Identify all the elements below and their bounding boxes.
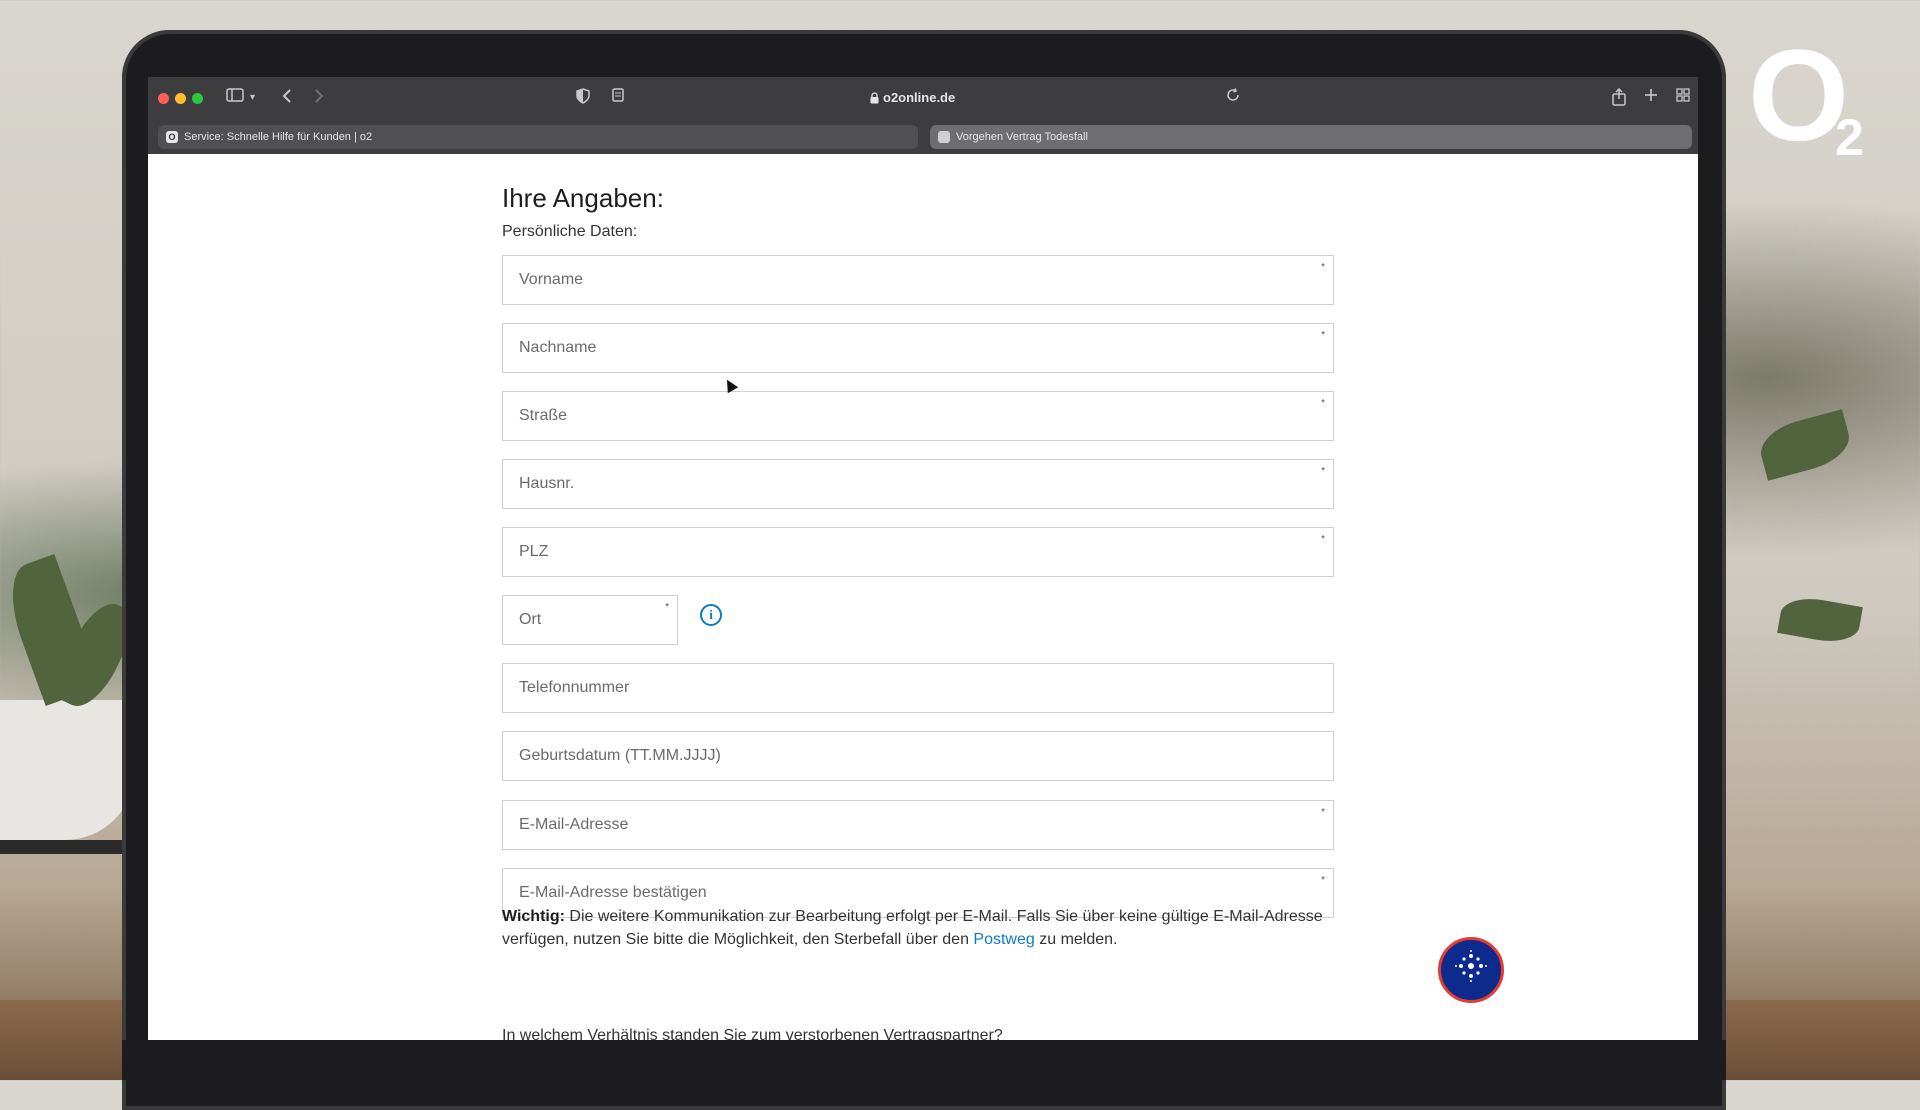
email-note: Wichtig: Die weitere Kommunikation zur B… (502, 905, 1352, 951)
required-marker: * (1321, 262, 1325, 273)
first-name-input[interactable] (503, 256, 1299, 304)
info-icon[interactable]: i (700, 604, 722, 626)
tab-service[interactable]: O Service: Schnelle Hilfe für Kunden | o… (158, 125, 918, 149)
street-field: * (502, 391, 1334, 441)
first-name-field: * (502, 255, 1334, 305)
chevron-down-icon[interactable]: ▾ (250, 88, 255, 108)
chevron-right-icon[interactable] (314, 88, 324, 110)
postal-code-input[interactable] (503, 528, 1299, 576)
close-window-button[interactable] (158, 93, 169, 104)
tab-label: Vorgehen Vertrag Todesfall (956, 131, 1088, 143)
email-field: * (502, 800, 1334, 850)
browser-toolbar: ▾ o2online.de (148, 77, 1698, 120)
tab-bar: O Service: Schnelle Hilfe für Kunden | o… (148, 120, 1698, 154)
next-question: In welchem Verhältnis standen Sie zum ve… (502, 1027, 1003, 1040)
note-text: Die weitere Kommunikation zur Bearbeitun… (502, 908, 1323, 948)
grid-icon[interactable] (1676, 88, 1690, 108)
reload-icon[interactable] (1226, 88, 1240, 108)
browser-window: ▾ o2online.de O Service: Schnelle Hilfe … (148, 77, 1698, 1040)
phone-input[interactable] (503, 664, 1299, 712)
house-number-field: * (502, 459, 1334, 509)
sidebar-icon[interactable] (226, 88, 244, 108)
minimize-window-button[interactable] (175, 93, 186, 104)
email-input[interactable] (503, 801, 1299, 849)
url-field[interactable]: o2online.de (883, 90, 955, 105)
required-marker: * (665, 602, 669, 613)
house-number-input[interactable] (503, 460, 1299, 508)
sparkle-icon (1454, 949, 1488, 991)
reader-icon[interactable] (612, 88, 624, 108)
o2-favicon-icon: O (166, 131, 178, 143)
lock-icon (870, 90, 879, 110)
form-title: Ihre Angaben: (502, 183, 664, 213)
last-name-input[interactable] (503, 324, 1299, 372)
background-plant-pot (0, 700, 135, 840)
required-marker: * (1321, 466, 1325, 477)
shield-icon[interactable] (576, 88, 590, 110)
required-marker: * (1321, 398, 1325, 409)
phone-field (502, 663, 1334, 713)
city-field: * (502, 595, 678, 645)
o2-logo-subscript: 2 (1835, 109, 1864, 167)
birthdate-input[interactable] (503, 732, 1299, 780)
birthdate-field (502, 731, 1334, 781)
plus-icon[interactable] (1644, 88, 1658, 108)
laptop-bottom-bezel (122, 1040, 1726, 1080)
page-favicon-icon (938, 131, 950, 143)
required-marker: * (1321, 534, 1325, 545)
tab-label: Service: Schnelle Hilfe für Kunden | o2 (184, 131, 373, 143)
note-text-end: zu melden. (1034, 931, 1118, 948)
tab-vorgehen[interactable]: Vorgehen Vertrag Todesfall (930, 125, 1692, 149)
maximize-window-button[interactable] (192, 93, 203, 104)
required-marker: * (1321, 875, 1325, 886)
required-marker: * (1321, 807, 1325, 818)
postal-code-field: * (502, 527, 1334, 577)
street-input[interactable] (503, 392, 1299, 440)
postweg-link[interactable]: Postweg (973, 931, 1034, 948)
background-leaf (1755, 409, 1855, 481)
o2-logo: O (1748, 22, 1850, 168)
note-label: Wichtig: (502, 908, 565, 925)
city-input[interactable] (503, 596, 659, 644)
form-subtitle: Persönliche Daten: (502, 223, 638, 240)
last-name-field: * (502, 323, 1334, 373)
background-leaf (1777, 593, 1863, 647)
assistant-button[interactable] (1438, 937, 1504, 1003)
share-icon[interactable] (1612, 87, 1626, 112)
required-marker: * (1321, 330, 1325, 341)
chevron-left-icon[interactable] (282, 88, 292, 110)
